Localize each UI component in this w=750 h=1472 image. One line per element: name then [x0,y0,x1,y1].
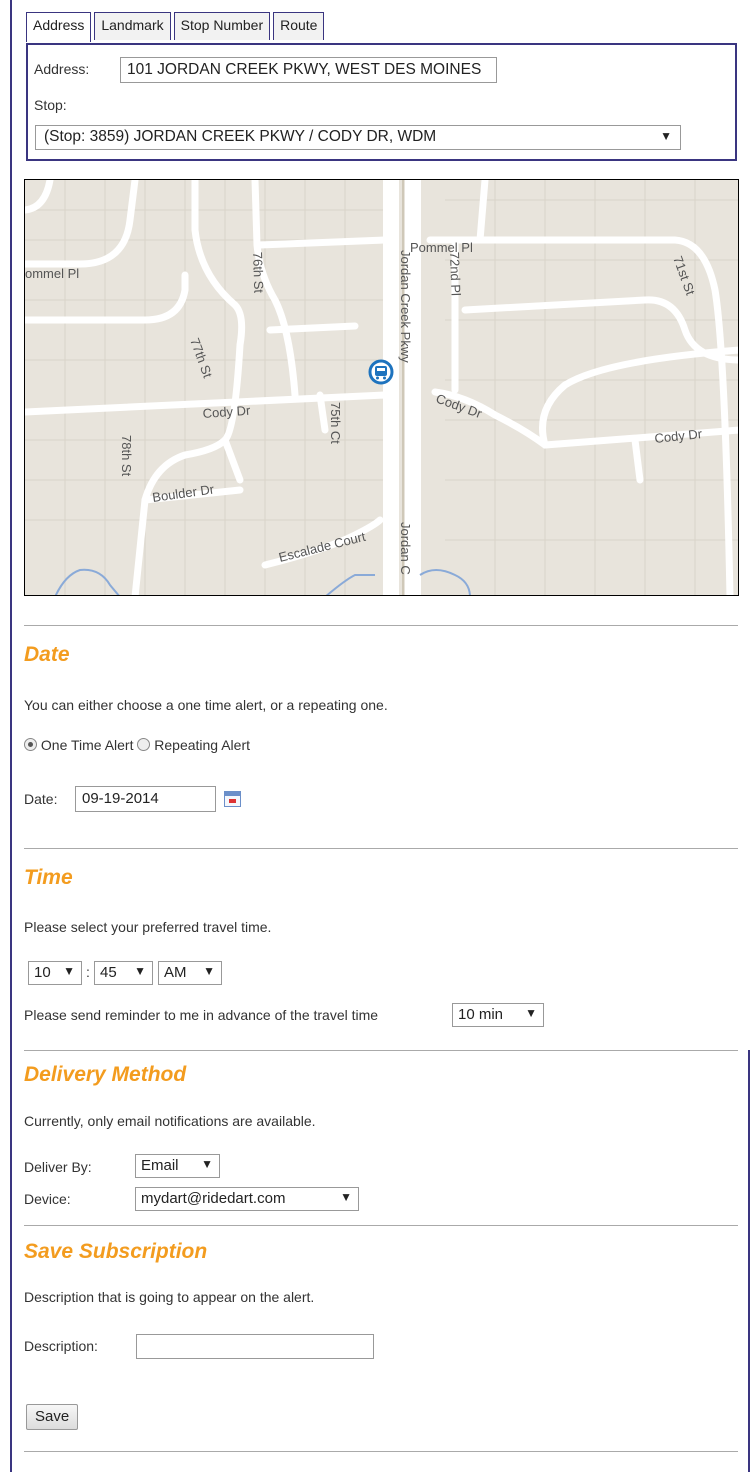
divider [24,848,738,849]
ampm-select[interactable]: AM ▼ [158,961,222,985]
device-select-value: mydart@ridedart.com [141,1190,286,1207]
divider [24,625,738,626]
map[interactable]: Pommel Pl ommel Pl 76th St 72nd Pl 71st … [24,179,739,596]
map-label-jordan-creek-pkwy: Jordan Creek Pkwy [398,250,413,363]
chevron-down-icon: ▼ [203,964,215,978]
date-label: Date: [24,791,58,807]
time-heading: Time [24,866,73,889]
chevron-down-icon: ▼ [63,964,75,978]
map-canvas: Pommel Pl ommel Pl 76th St 72nd Pl 71st … [25,180,738,595]
map-label-72nd-pl: 72nd Pl [447,252,464,297]
ampm-select-value: AM [164,964,187,981]
date-description: You can either choose a one time alert, … [24,697,388,713]
map-label-76th-st: 76th St [250,252,266,294]
delivery-description: Currently, only email notifications are … [24,1113,316,1129]
one-time-alert-label: One Time Alert [40,737,134,753]
deliver-by-select-value: Email [141,1157,179,1174]
calendar-icon[interactable] [224,791,241,807]
chevron-down-icon: ▼ [660,129,672,143]
minute-select[interactable]: 45 ▼ [94,961,153,985]
reminder-select-value: 10 min [458,1006,504,1023]
repeating-alert-label: Repeating Alert [154,737,250,753]
tab-landmark[interactable]: Landmark [94,12,171,40]
bus-stop-icon[interactable] [368,359,394,385]
map-label-pommel-pl: Pommel Pl [410,240,473,255]
time-colon: : [86,964,90,980]
tab-stop-number[interactable]: Stop Number [173,12,271,40]
address-label: Address: [34,61,90,77]
divider [24,1050,738,1051]
chevron-down-icon: ▼ [134,964,146,978]
map-label-75th-ct: 75th Ct [328,402,343,444]
deliver-by-label: Deliver By: [24,1159,92,1175]
deliver-by-select[interactable]: Email ▼ [135,1154,220,1178]
time-description: Please select your preferred travel time… [24,919,272,935]
device-label: Device: [24,1191,71,1207]
save-button[interactable]: Save [26,1404,79,1430]
alert-type-options: One Time Alert Repeating Alert [24,737,250,753]
tab-route[interactable]: Route [273,12,325,40]
chevron-down-icon: ▼ [201,1157,213,1171]
hour-select[interactable]: 10 ▼ [28,961,82,985]
save-heading: Save Subscription [24,1240,208,1263]
address-panel: Address: 101 JORDAN CREEK PKWY, WEST DES… [26,43,737,161]
description-label: Description: [24,1338,98,1354]
left-border [10,0,12,1472]
map-label-78th-st: 78th St [119,435,134,477]
stop-label: Stop: [34,97,67,113]
map-label-jordan-c: Jordan C [398,522,413,575]
chevron-down-icon: ▼ [340,1190,352,1204]
stop-select[interactable]: (Stop: 3859) JORDAN CREEK PKWY / CODY DR… [35,125,681,150]
divider [24,1225,738,1226]
delivery-heading: Delivery Method [24,1063,187,1086]
device-select[interactable]: mydart@ridedart.com ▼ [135,1187,359,1211]
save-description: Description that is going to appear on t… [24,1289,315,1305]
address-input[interactable]: 101 JORDAN CREEK PKWY, WEST DES MOINES [120,57,497,83]
map-label-pommel-pl-2: ommel Pl [25,266,79,281]
description-input[interactable] [136,1334,374,1359]
one-time-alert-radio[interactable] [24,738,37,751]
stop-select-value: (Stop: 3859) JORDAN CREEK PKWY / CODY DR… [44,128,437,145]
search-tabs: Address Landmark Stop Number Route [26,12,325,42]
minute-select-value: 45 [100,964,117,981]
hour-select-value: 10 [34,964,51,981]
repeating-alert-radio[interactable] [137,738,151,751]
date-heading: Date [24,643,70,666]
chevron-down-icon: ▼ [525,1006,537,1020]
divider [24,1451,738,1452]
reminder-select[interactable]: 10 min ▼ [452,1003,544,1027]
tab-address[interactable]: Address [26,12,92,42]
reminder-text: Please send reminder to me in advance of… [24,1007,379,1023]
date-input[interactable]: 09-19-2014 [75,786,216,812]
